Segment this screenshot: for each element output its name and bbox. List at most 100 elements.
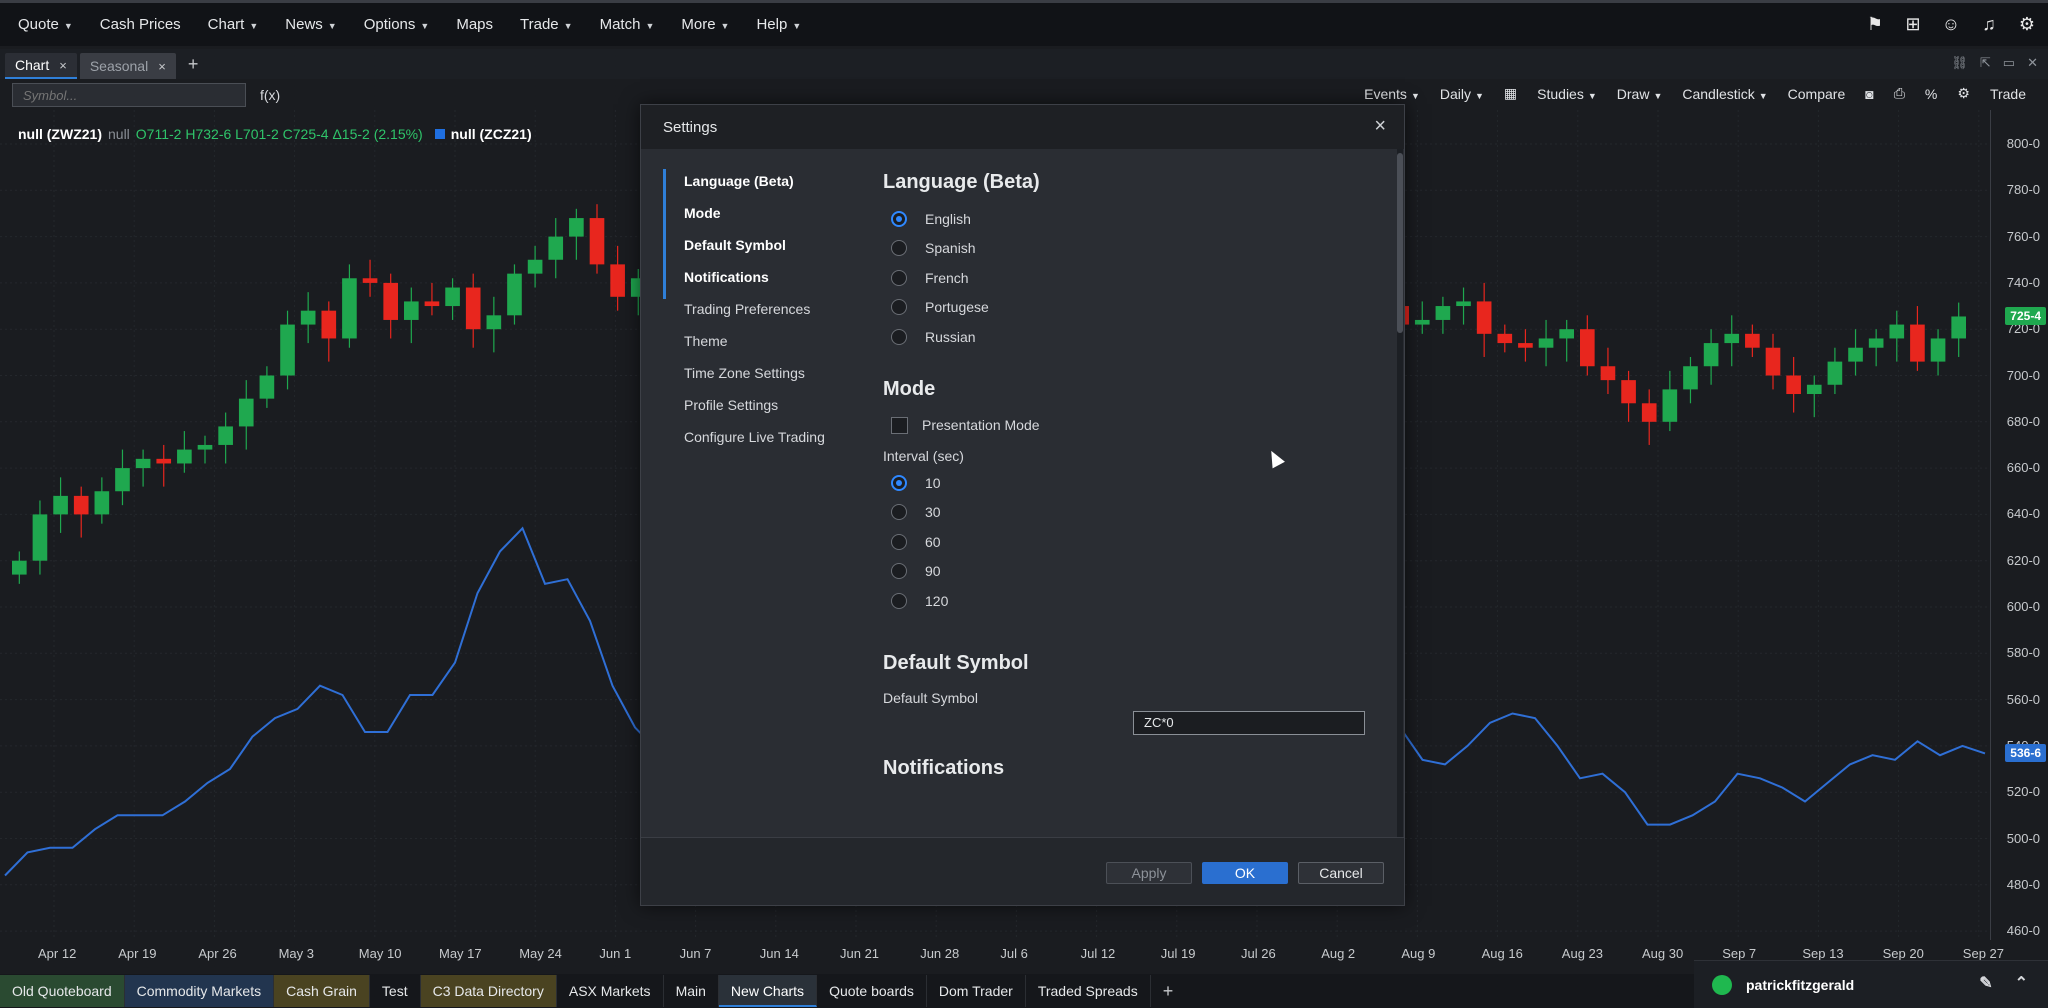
cancel-button[interactable]: Cancel xyxy=(1298,862,1384,884)
menu-label: Options xyxy=(363,16,416,33)
toolbar-item-9[interactable]: % xyxy=(1925,86,1937,102)
radio-button[interactable] xyxy=(891,474,907,491)
workspace-tab[interactable]: Traded Spreads xyxy=(1026,975,1151,1007)
nav-item-profile-settings[interactable]: Profile Settings xyxy=(663,389,843,421)
ok-button[interactable]: OK xyxy=(1202,862,1288,884)
radio-button[interactable] xyxy=(891,240,907,257)
close-icon[interactable]: × xyxy=(59,58,67,73)
flag-icon[interactable]: ⚑ xyxy=(1864,13,1886,35)
toolbar-item-2[interactable]: ▦ xyxy=(1504,85,1517,102)
workspace-tab[interactable]: Commodity Markets xyxy=(124,975,275,1007)
grid-icon[interactable]: ⊞ xyxy=(1902,13,1924,35)
default-symbol-input[interactable]: ZC*0 xyxy=(1133,710,1365,735)
menu-trade[interactable]: Trade ▼ xyxy=(520,16,573,33)
interval-option[interactable]: 10 xyxy=(883,468,1371,498)
username: patrickfitzgerald xyxy=(1746,976,1855,993)
link-icon[interactable]: ⛓ xyxy=(1951,55,1968,71)
online-status-icon xyxy=(1712,974,1732,995)
nav-item-language-beta-[interactable]: Language (Beta) xyxy=(663,165,843,197)
chevron-down-icon: ▼ xyxy=(420,21,430,31)
menu-quote[interactable]: Quote ▼ xyxy=(18,16,73,33)
nav-item-trading-preferences[interactable]: Trading Preferences xyxy=(663,293,843,325)
candle-body xyxy=(1868,338,1884,348)
radio-button[interactable] xyxy=(891,299,907,316)
toolbar-item-8[interactable]: ⎙ xyxy=(1894,85,1905,102)
menu-maps[interactable]: Maps xyxy=(456,16,493,33)
nav-item-mode[interactable]: Mode xyxy=(663,197,843,229)
interval-option[interactable]: 60 xyxy=(883,527,1371,557)
interval-option[interactable]: 30 xyxy=(883,498,1371,528)
function-button[interactable]: f(x) xyxy=(260,87,280,103)
radio-button[interactable] xyxy=(891,504,907,521)
gear-icon[interactable]: ⚙ xyxy=(2016,13,2038,35)
toolbar-item-11[interactable]: Trade xyxy=(1990,86,2026,102)
scroll-thumb[interactable] xyxy=(1397,153,1403,333)
workspace-tab[interactable]: Test xyxy=(370,975,421,1007)
popout-icon[interactable]: ⇱ xyxy=(1980,55,1991,71)
menu-chart[interactable]: Chart ▼ xyxy=(208,16,259,33)
workspace-tab[interactable]: Dom Trader xyxy=(927,975,1026,1007)
toolbar-item-1[interactable]: Daily ▼ xyxy=(1440,86,1484,102)
radio-button[interactable] xyxy=(891,269,907,286)
language-option[interactable]: Spanish xyxy=(883,234,1371,264)
workspace-tab[interactable]: Quote boards xyxy=(817,975,927,1007)
apply-button[interactable]: Apply xyxy=(1106,862,1192,884)
close-icon[interactable]: × xyxy=(158,59,166,74)
radio-button[interactable] xyxy=(891,328,907,345)
language-option[interactable]: Russian xyxy=(883,322,1371,352)
menu-help[interactable]: Help ▼ xyxy=(756,16,801,33)
candle-body xyxy=(197,444,213,450)
menu-cash-prices[interactable]: Cash Prices xyxy=(100,16,181,33)
language-option[interactable]: English xyxy=(883,204,1371,234)
toolbar-item-7[interactable]: ◙ xyxy=(1865,86,1873,102)
language-options: English Spanish French Portugese Russian xyxy=(883,204,1371,352)
radio-button[interactable] xyxy=(891,563,907,580)
nav-item-time-zone-settings[interactable]: Time Zone Settings xyxy=(663,357,843,389)
symbol-input[interactable] xyxy=(12,83,246,107)
presentation-mode-checkbox[interactable] xyxy=(891,416,908,434)
close-icon[interactable]: × xyxy=(1374,115,1386,138)
toolbar-item-3[interactable]: Studies ▼ xyxy=(1537,86,1597,102)
dialog-header[interactable]: Settings × xyxy=(641,105,1404,149)
workspace-tab[interactable]: ASX Markets xyxy=(557,975,664,1007)
edit-icon[interactable]: ✎ xyxy=(1979,973,1992,993)
user-icon[interactable]: ☺ xyxy=(1940,13,1962,35)
workspace-tab[interactable]: Old Quoteboard xyxy=(0,975,125,1007)
language-option[interactable]: French xyxy=(883,263,1371,293)
close-icon[interactable]: ✕ xyxy=(2027,55,2038,71)
menu-options[interactable]: Options ▼ xyxy=(364,16,430,33)
workspace-tab[interactable]: New Charts xyxy=(718,975,818,1007)
menu-news[interactable]: News ▼ xyxy=(285,16,336,33)
language-option[interactable]: Portugese xyxy=(883,293,1371,323)
nav-item-default-symbol[interactable]: Default Symbol xyxy=(663,229,843,261)
toolbar-item-10[interactable]: ⚙ xyxy=(1957,85,1970,102)
radio-button[interactable] xyxy=(891,210,907,227)
price-axis[interactable]: 800-0 780-0 760-0 740-0 720-0 700-0 680-0 660-0… xyxy=(1990,110,2048,940)
toolbar-item-5[interactable]: Candlestick ▼ xyxy=(1682,86,1767,102)
toolbar-item-6[interactable]: Compare xyxy=(1788,86,1846,102)
add-tab-button[interactable]: + xyxy=(188,54,199,79)
maximize-icon[interactable]: ▭ xyxy=(2003,55,2015,71)
tab-chart[interactable]: Chart × xyxy=(5,53,77,79)
radio-button[interactable] xyxy=(891,592,907,609)
nav-item-theme[interactable]: Theme xyxy=(663,325,843,357)
nav-item-notifications[interactable]: Notifications xyxy=(663,261,843,293)
workspace-tab[interactable]: Main xyxy=(664,975,719,1007)
toolbar-item-4[interactable]: Draw ▼ xyxy=(1617,86,1663,102)
presentation-mode-row[interactable]: Presentation Mode xyxy=(883,411,1371,441)
nav-item-configure-live-trading[interactable]: Configure Live Trading xyxy=(663,421,843,453)
workspace-tab[interactable]: C3 Data Directory xyxy=(420,975,557,1007)
interval-option[interactable]: 90 xyxy=(883,557,1371,587)
menu-match[interactable]: Match ▼ xyxy=(600,16,655,33)
bell-icon[interactable]: ♫ xyxy=(1978,13,2000,35)
tab-seasonal[interactable]: Seasonal × xyxy=(79,53,176,79)
dialog-scrollbar[interactable] xyxy=(1397,149,1403,839)
toolbar-item-0[interactable]: Events ▼ xyxy=(1364,86,1420,102)
workspace-tab[interactable]: Cash Grain xyxy=(274,975,370,1007)
menu-more[interactable]: More ▼ xyxy=(681,16,729,33)
interval-option[interactable]: 120 xyxy=(883,586,1371,616)
radio-button[interactable] xyxy=(891,533,907,550)
expand-up-icon[interactable]: ⌃ xyxy=(2015,973,2028,993)
candle-body xyxy=(424,301,440,307)
add-workspace-button[interactable]: + xyxy=(1163,981,1174,1002)
